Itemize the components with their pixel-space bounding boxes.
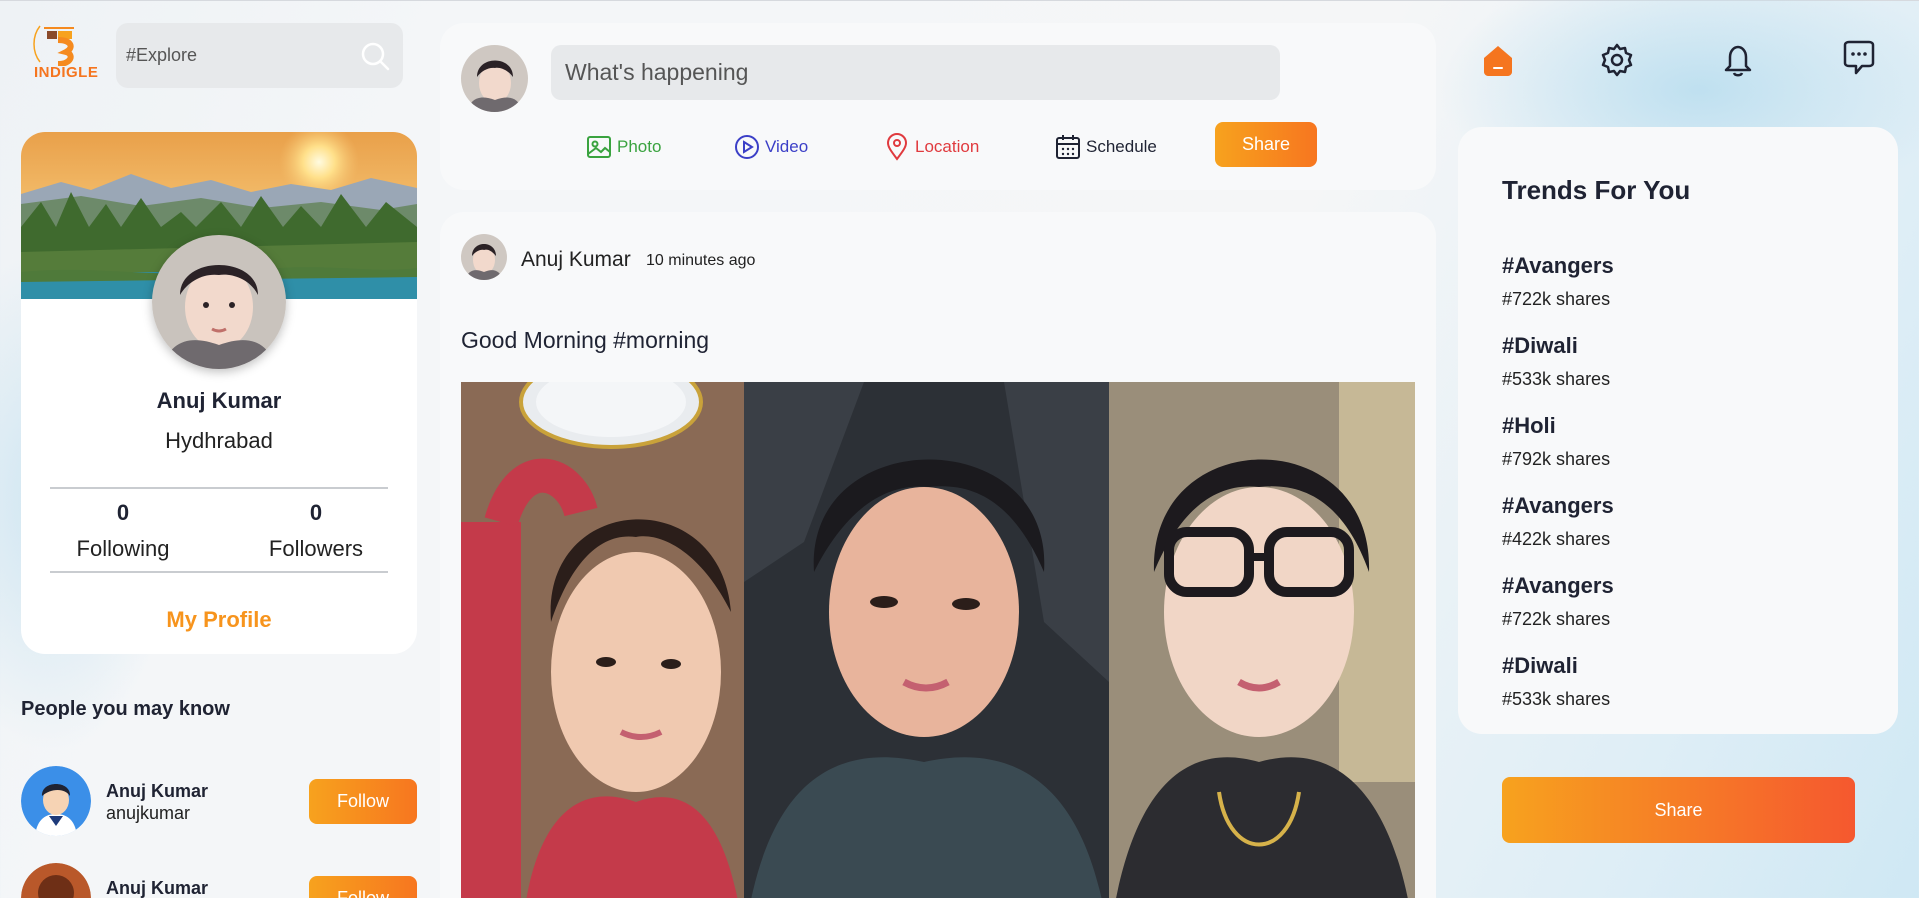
list-item: Anuj Kumar anujkumar Follow [21, 766, 417, 836]
location-label: Location [915, 137, 980, 156]
photo-icon [587, 136, 611, 158]
profile-avatar[interactable] [152, 235, 286, 369]
video-option[interactable]: Video [733, 130, 808, 164]
person-name: Anuj Kumar [106, 878, 209, 898]
person-name: Anuj Kumar [106, 781, 209, 801]
search-input[interactable] [126, 43, 346, 67]
trend-item[interactable]: #Avangers #422k shares [1502, 493, 1614, 550]
calendar-icon [1056, 135, 1080, 159]
profile-card: Anuj Kumar Hydhrabad 0 Following 0 Follo… [21, 132, 417, 654]
followers-count: 0 [309, 500, 323, 525]
search-icon[interactable] [359, 40, 391, 72]
following-label: Following [76, 536, 170, 561]
avatar-photo [152, 235, 286, 369]
trend-shares: #722k shares [1502, 289, 1611, 309]
schedule-option[interactable]: Schedule [1054, 130, 1157, 164]
list-item: Anuj Kumar Follow [21, 863, 417, 898]
location-option[interactable]: Location [883, 130, 979, 164]
trend-tag: #Diwali [1502, 333, 1578, 358]
followers-stat[interactable]: 0 Followers [226, 500, 406, 562]
trend-shares: #722k shares [1502, 609, 1611, 629]
post-card: Anuj Kumar 10 minutes ago Good Morning #… [440, 212, 1436, 898]
share-button[interactable]: Share [1502, 777, 1855, 843]
trend-item[interactable]: #Diwali #533k shares [1502, 333, 1610, 390]
trend-item[interactable]: #Avangers #722k shares [1502, 253, 1614, 310]
search-box [116, 23, 403, 88]
trend-tag: #Avangers [1502, 573, 1614, 598]
photo-option[interactable]: Photo [585, 130, 661, 164]
post-author[interactable]: Anuj Kumar [521, 248, 631, 272]
post-photo[interactable] [461, 382, 744, 898]
following-count: 0 [116, 500, 130, 525]
location-icon [886, 133, 908, 161]
schedule-label: Schedule [1086, 137, 1157, 156]
profile-name: Anuj Kumar [156, 388, 282, 413]
profile-location: Hydhrabad [165, 428, 273, 453]
logo-text: INDIGLE [34, 64, 99, 81]
trend-tag: #Diwali [1502, 653, 1578, 678]
trends-title: Trends For You [1502, 175, 1691, 205]
post-photo[interactable] [744, 382, 1109, 898]
settings-icon[interactable] [1597, 40, 1637, 80]
trend-shares: #533k shares [1502, 369, 1611, 389]
logo[interactable]: INDIGLE [30, 22, 102, 86]
post-composer: Photo Video Location Schedule Share [440, 23, 1436, 190]
home-icon[interactable] [1478, 40, 1518, 80]
post-photo[interactable] [1109, 382, 1415, 898]
share-button[interactable]: Share [1215, 122, 1317, 167]
follow-button[interactable]: Follow [309, 876, 417, 898]
status-input[interactable] [551, 45, 1280, 100]
trend-tag: #Avangers [1502, 253, 1614, 278]
post-caption: Good Morning #morning [461, 327, 710, 353]
trend-item[interactable]: #Avangers #722k shares [1502, 573, 1614, 630]
trend-tag: #Holi [1502, 413, 1556, 438]
trend-shares: #533k shares [1502, 689, 1611, 709]
trend-item[interactable]: #Holi #792k shares [1502, 413, 1610, 470]
post-timestamp: 10 minutes ago [646, 252, 756, 269]
photo-label: Photo [617, 137, 662, 156]
divider [50, 571, 388, 573]
avatar[interactable] [461, 45, 528, 112]
people-you-may-know-title: People you may know [21, 698, 230, 720]
trend-tag: #Avangers [1502, 493, 1614, 518]
trends-panel: Trends For You #Avangers #722k shares #D… [1458, 127, 1898, 734]
following-stat[interactable]: 0 Following [33, 500, 213, 562]
video-icon [735, 135, 759, 159]
follow-button[interactable]: Follow [309, 779, 417, 824]
my-profile-link[interactable]: My Profile [21, 607, 417, 633]
trend-shares: #422k shares [1502, 529, 1611, 549]
avatar-illustration [21, 766, 91, 836]
avatar-illustration [21, 863, 91, 898]
avatar-photo [461, 45, 528, 112]
logo-mark-icon [33, 25, 74, 67]
trend-item[interactable]: #Diwali #533k shares [1502, 653, 1610, 710]
avatar-photo [461, 234, 507, 280]
messages-icon[interactable] [1838, 37, 1878, 77]
trend-shares: #792k shares [1502, 449, 1611, 469]
avatar[interactable] [461, 234, 507, 280]
video-label: Video [765, 137, 809, 156]
notification-icon[interactable] [1718, 40, 1758, 80]
divider [50, 487, 388, 489]
person-username: anujkumar [106, 803, 191, 823]
avatar[interactable] [21, 863, 91, 898]
avatar[interactable] [21, 766, 91, 836]
followers-label: Followers [268, 536, 364, 561]
